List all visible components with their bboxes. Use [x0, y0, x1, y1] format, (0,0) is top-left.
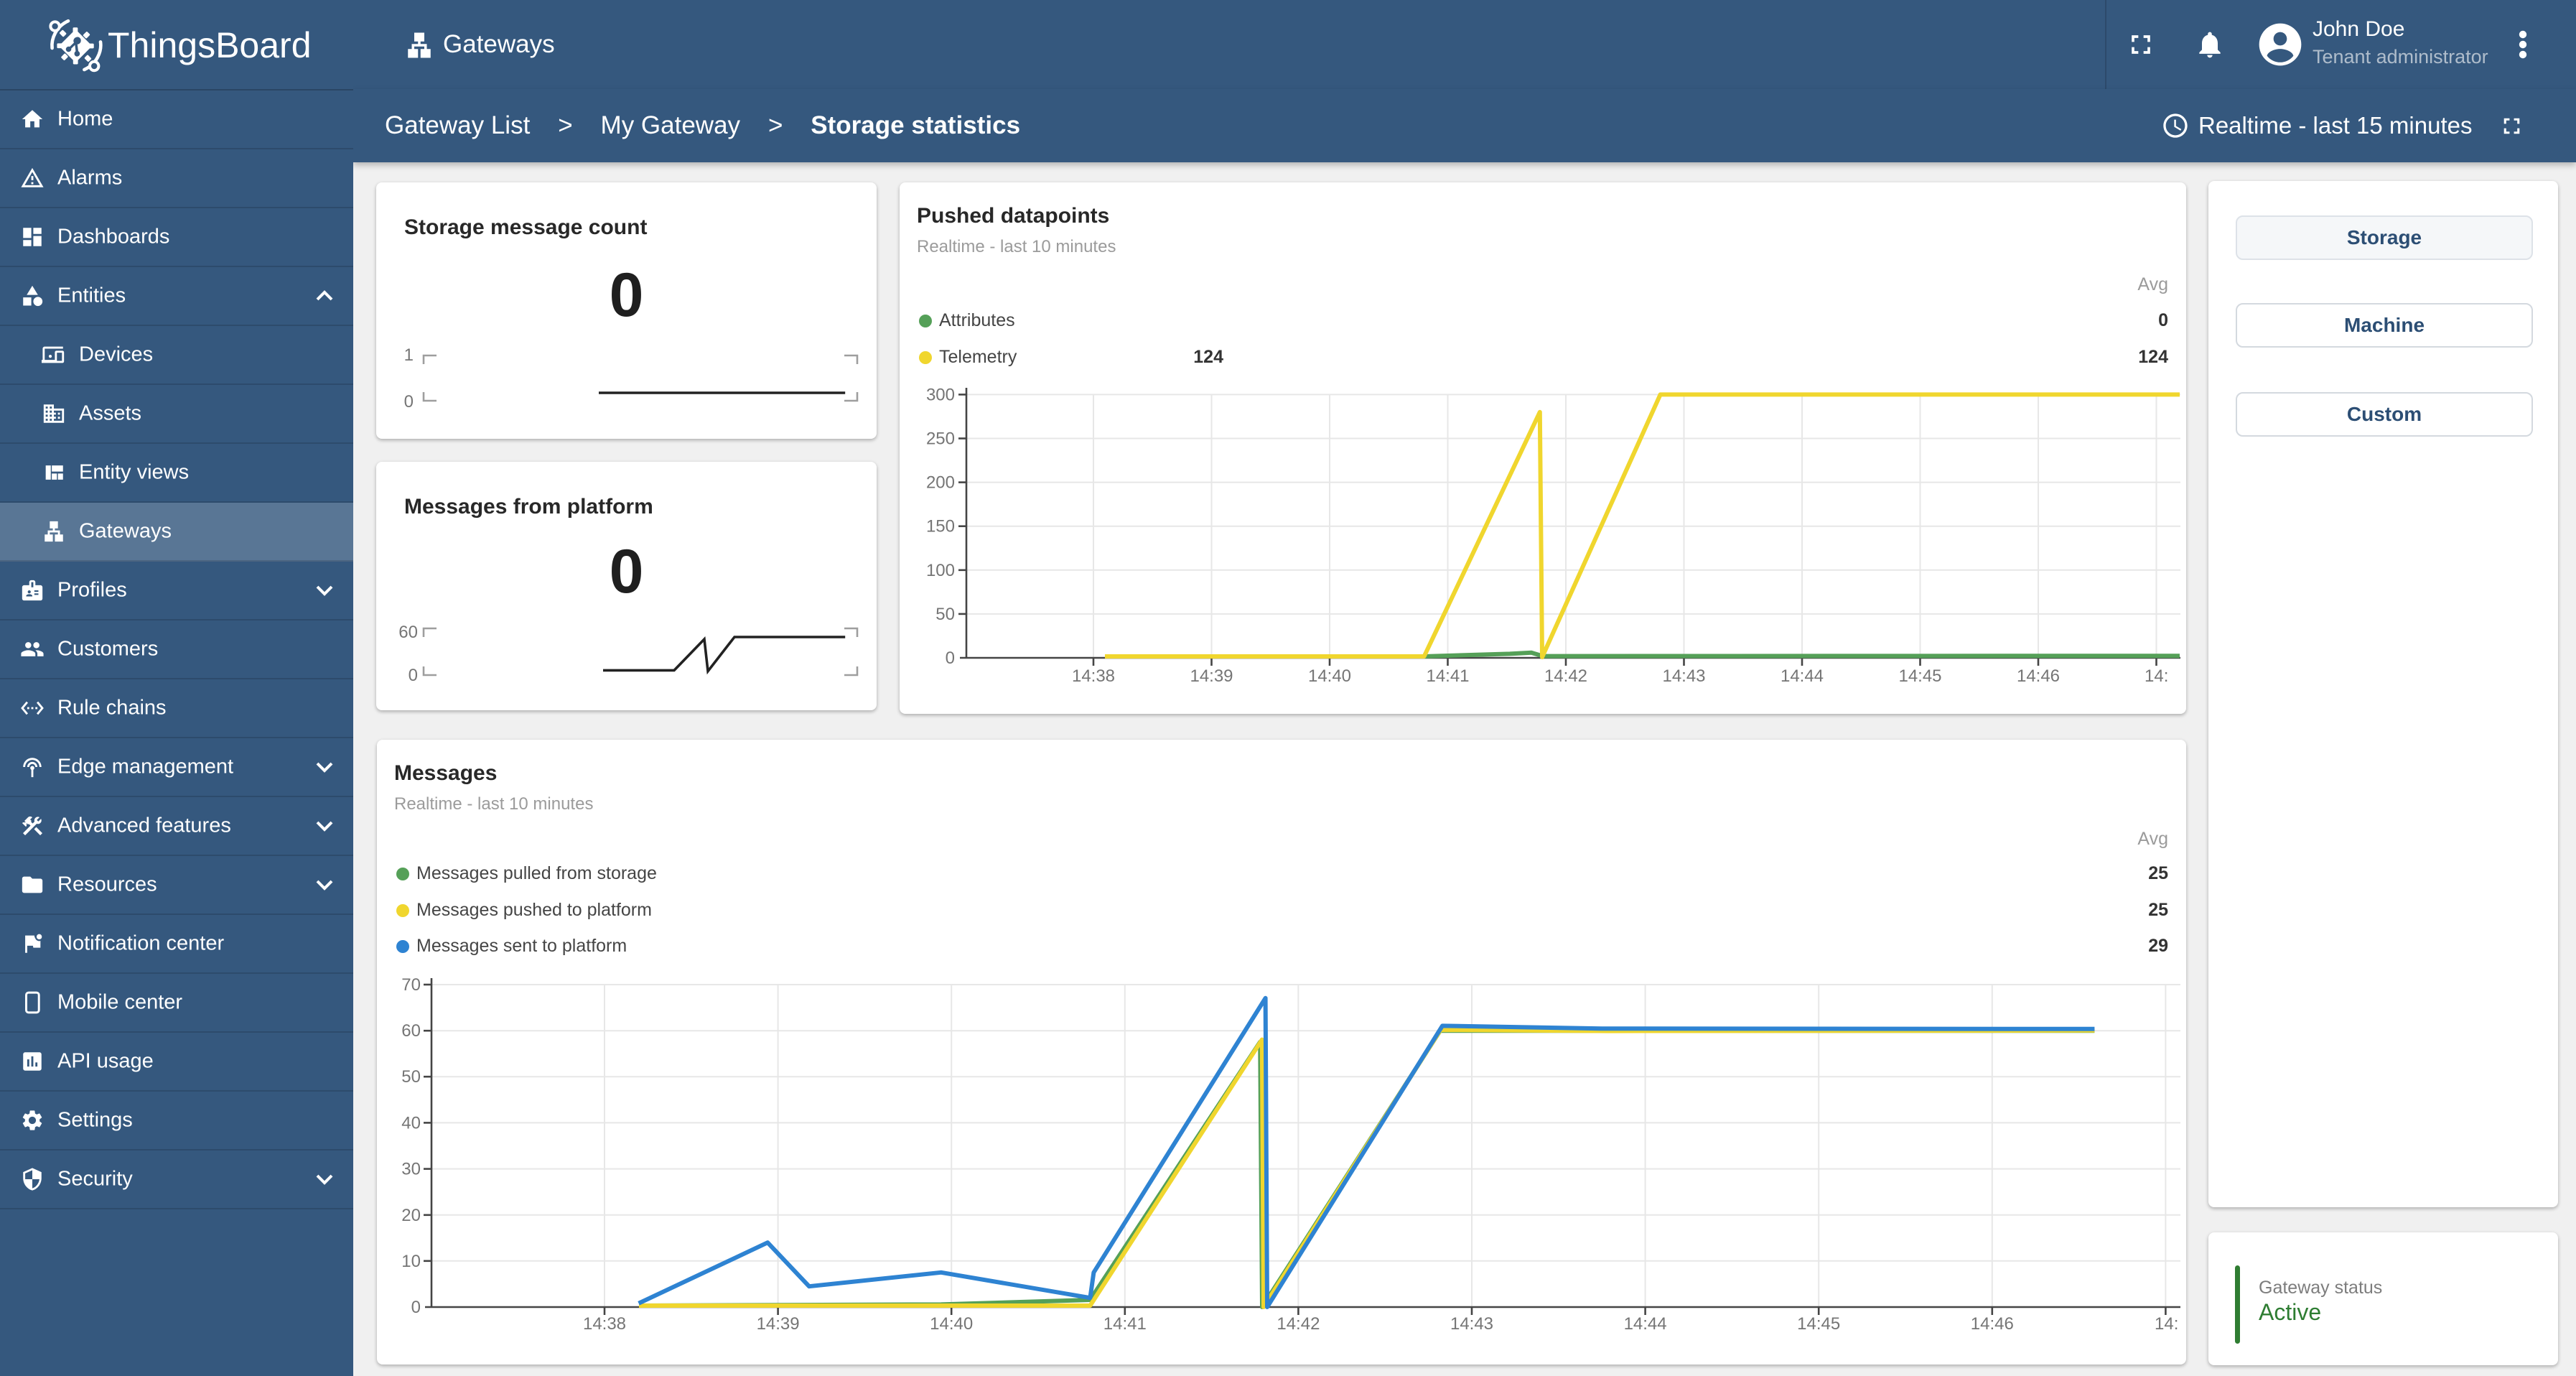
svg-text:14:44: 14:44 — [1781, 666, 1824, 686]
svg-text:30: 30 — [401, 1160, 421, 1179]
svg-text:14:38: 14:38 — [583, 1314, 626, 1334]
svg-text:0: 0 — [404, 392, 414, 412]
svg-text:14:41: 14:41 — [1103, 1314, 1147, 1334]
svg-text:14:: 14: — [2155, 1314, 2178, 1334]
svg-text:14:42: 14:42 — [1277, 1314, 1320, 1334]
svg-text:14:39: 14:39 — [1190, 666, 1233, 686]
svg-text:14:46: 14:46 — [2017, 666, 2060, 686]
svg-text:0: 0 — [409, 666, 418, 685]
svg-text:14:46: 14:46 — [1971, 1314, 2014, 1334]
svg-text:70: 70 — [401, 975, 421, 995]
svg-text:20: 20 — [401, 1206, 421, 1225]
svg-text:14:42: 14:42 — [1544, 666, 1587, 686]
svg-text:14:41: 14:41 — [1426, 666, 1469, 686]
svg-text:100: 100 — [926, 561, 955, 580]
svg-text:50: 50 — [935, 605, 955, 624]
svg-text:300: 300 — [926, 385, 955, 404]
svg-text:14:40: 14:40 — [930, 1314, 973, 1334]
svg-text:60: 60 — [401, 1021, 421, 1041]
svg-text:1: 1 — [404, 345, 414, 365]
svg-text:14:40: 14:40 — [1308, 666, 1351, 686]
svg-text:14:43: 14:43 — [1450, 1314, 1493, 1334]
svg-text:14:45: 14:45 — [1797, 1314, 1840, 1334]
svg-text:14:38: 14:38 — [1072, 666, 1115, 686]
svg-text:250: 250 — [926, 429, 955, 449]
svg-text:14:39: 14:39 — [757, 1314, 800, 1334]
svg-text:40: 40 — [401, 1113, 421, 1133]
svg-text:50: 50 — [401, 1067, 421, 1087]
svg-text:150: 150 — [926, 517, 955, 536]
svg-text:0: 0 — [411, 1298, 421, 1317]
svg-text:200: 200 — [926, 473, 955, 493]
svg-text:10: 10 — [401, 1252, 421, 1271]
svg-text:14:44: 14:44 — [1624, 1314, 1667, 1334]
svg-text:14:: 14: — [2145, 666, 2168, 686]
svg-text:14:45: 14:45 — [1898, 666, 1941, 686]
svg-text:60: 60 — [398, 623, 418, 642]
svg-text:14:43: 14:43 — [1662, 666, 1705, 686]
svg-text:0: 0 — [946, 649, 955, 668]
